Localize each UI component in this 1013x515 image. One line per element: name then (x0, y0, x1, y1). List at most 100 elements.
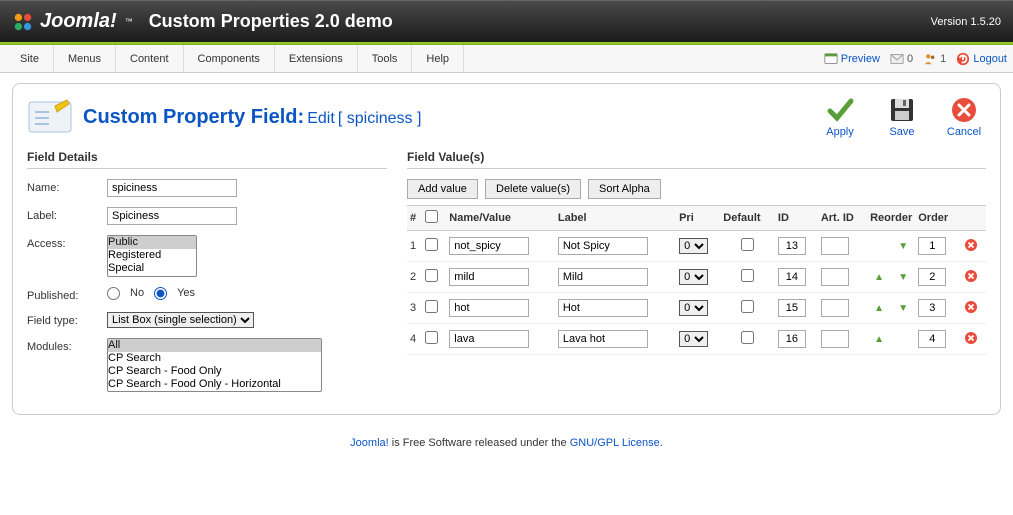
values-table: # Name/Value Label Pri Default ID Art. I… (407, 205, 986, 355)
row-pri-select[interactable]: 0 (679, 331, 708, 347)
col-artid: Art. ID (818, 206, 867, 231)
row-checkbox[interactable] (425, 269, 438, 282)
modules-select[interactable]: All CP Search CP Search - Food Only CP S… (107, 338, 322, 393)
row-label-input[interactable] (558, 330, 648, 348)
table-row: 3 0 ▲ ▼ (407, 293, 986, 324)
row-pri-select[interactable]: 0 (679, 269, 708, 285)
save-icon (888, 96, 916, 124)
footer-joomla-link[interactable]: Joomla! (350, 437, 389, 449)
row-label-input[interactable] (558, 237, 648, 255)
version-label: Version 1.5.20 (931, 16, 1001, 28)
menu-content[interactable]: Content (116, 45, 184, 73)
row-default-checkbox[interactable] (741, 269, 754, 282)
reorder-up-icon[interactable]: ▲ (874, 334, 884, 345)
delete-row-icon[interactable] (964, 300, 978, 314)
row-default-checkbox[interactable] (741, 238, 754, 251)
joomla-logo-icon (12, 11, 34, 33)
users-count[interactable]: 1 (923, 52, 946, 66)
row-num: 2 (407, 262, 422, 293)
modules-label: Modules: (27, 338, 107, 353)
row-pri-select[interactable]: 0 (679, 300, 708, 316)
fieldtype-select[interactable]: List Box (single selection) (107, 312, 254, 328)
access-label: Access: (27, 235, 107, 250)
col-pri: Pri (676, 206, 720, 231)
row-id-input[interactable] (778, 268, 806, 286)
row-order-input[interactable] (918, 299, 946, 317)
col-num: # (407, 206, 422, 231)
col-default: Default (720, 206, 775, 231)
footer: Joomla! is Free Software released under … (0, 425, 1013, 461)
row-pri-select[interactable]: 0 (679, 238, 708, 254)
row-name-input[interactable] (449, 330, 529, 348)
row-checkbox[interactable] (425, 331, 438, 344)
name-input[interactable] (107, 179, 237, 197)
add-value-button[interactable]: Add value (407, 179, 478, 199)
col-name: Name/Value (446, 206, 555, 231)
fieldtype-label: Field type: (27, 312, 107, 327)
reorder-down-icon[interactable]: ▼ (898, 272, 908, 283)
col-order: Order (915, 206, 960, 231)
row-label-input[interactable] (558, 299, 648, 317)
users-icon (923, 52, 937, 66)
col-reorder: Reorder (867, 206, 915, 231)
row-artid-input[interactable] (821, 268, 849, 286)
row-id-input[interactable] (778, 330, 806, 348)
table-row: 10▼ (407, 231, 986, 262)
published-no-radio[interactable] (107, 287, 120, 300)
logout-link[interactable]: Logout (956, 52, 1007, 66)
delete-values-button[interactable]: Delete value(s) (485, 179, 581, 199)
cancel-button[interactable]: Cancel (942, 96, 986, 138)
apply-button[interactable]: Apply (818, 96, 862, 138)
cancel-icon (950, 96, 978, 124)
row-num: 3 (407, 293, 422, 324)
menu-help[interactable]: Help (412, 45, 464, 73)
field-values-heading: Field Value(s) (407, 150, 986, 169)
published-label: Published: (27, 287, 107, 302)
menu-site[interactable]: Site (6, 45, 54, 73)
preview-link[interactable]: Preview (824, 52, 880, 66)
row-artid-input[interactable] (821, 299, 849, 317)
row-num: 4 (407, 324, 422, 355)
row-order-input[interactable] (918, 237, 946, 255)
row-order-input[interactable] (918, 330, 946, 348)
messages-count[interactable]: 0 (890, 52, 913, 66)
row-name-input[interactable] (449, 237, 529, 255)
save-button[interactable]: Save (880, 96, 924, 138)
row-checkbox[interactable] (425, 300, 438, 313)
reorder-down-icon[interactable]: ▼ (898, 303, 908, 314)
footer-license-link[interactable]: GNU/GPL License. (570, 437, 663, 449)
select-all-checkbox[interactable] (425, 210, 438, 223)
row-order-input[interactable] (918, 268, 946, 286)
menu-menus[interactable]: Menus (54, 45, 116, 73)
row-name-input[interactable] (449, 299, 529, 317)
menu-tools[interactable]: Tools (358, 45, 413, 73)
label-input[interactable] (107, 207, 237, 225)
field-details-heading: Field Details (27, 150, 387, 169)
row-id-input[interactable] (778, 237, 806, 255)
row-default-checkbox[interactable] (741, 331, 754, 344)
row-checkbox[interactable] (425, 238, 438, 251)
header: Joomla!™ Custom Properties 2.0 demo Vers… (0, 0, 1013, 42)
row-id-input[interactable] (778, 299, 806, 317)
main-panel: Custom Property Field: Edit [ spiciness … (12, 83, 1001, 415)
reorder-down-icon[interactable]: ▼ (898, 241, 908, 252)
page-title-icon (27, 98, 73, 136)
menu-extensions[interactable]: Extensions (275, 45, 358, 73)
delete-row-icon[interactable] (964, 238, 978, 252)
menu-components[interactable]: Components (184, 45, 275, 73)
row-default-checkbox[interactable] (741, 300, 754, 313)
reorder-up-icon[interactable]: ▲ (874, 272, 884, 283)
table-row: 2 0 ▲ ▼ (407, 262, 986, 293)
sort-alpha-button[interactable]: Sort Alpha (588, 179, 661, 199)
row-artid-input[interactable] (821, 330, 849, 348)
row-label-input[interactable] (558, 268, 648, 286)
published-yes-radio[interactable] (154, 287, 167, 300)
reorder-up-icon[interactable]: ▲ (874, 303, 884, 314)
row-artid-input[interactable] (821, 237, 849, 255)
access-select[interactable]: Public Registered Special (107, 235, 197, 277)
delete-row-icon[interactable] (964, 269, 978, 283)
logout-icon (956, 52, 970, 66)
delete-row-icon[interactable] (964, 331, 978, 345)
apply-icon (826, 96, 854, 124)
row-name-input[interactable] (449, 268, 529, 286)
